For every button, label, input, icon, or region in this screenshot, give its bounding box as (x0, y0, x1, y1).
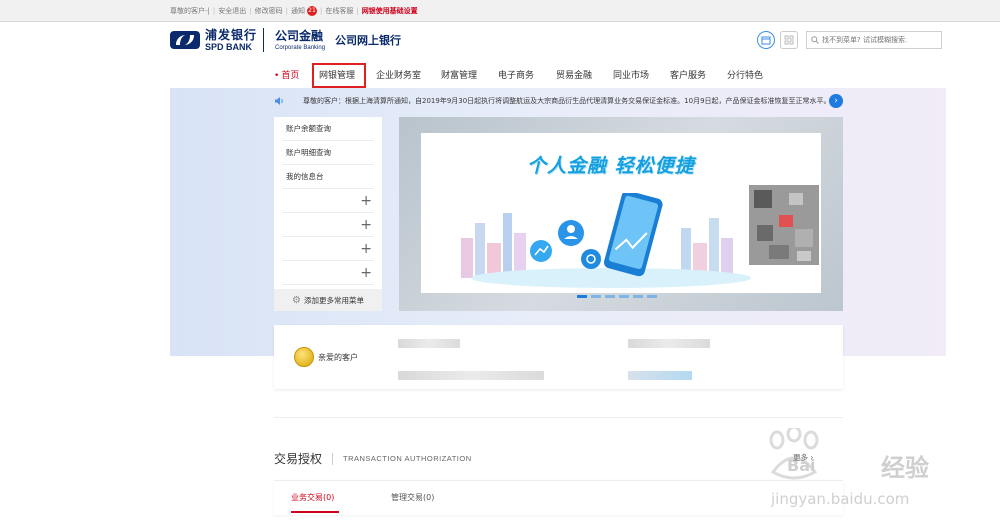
watermark-cn: 经验 (881, 454, 929, 482)
qr-code-icon[interactable] (749, 185, 819, 265)
watermark-brand: Bai (787, 456, 816, 475)
menu-item-details[interactable]: 账户明细查询 (282, 141, 374, 165)
notice-count-badge: 21 (306, 6, 317, 16)
change-password-link[interactable]: 修改密码 (255, 6, 283, 16)
brand-name-en: SPD BANK (205, 41, 253, 52)
setup-link[interactable]: 网银使用基础设置 (362, 6, 418, 16)
promo-banner[interactable]: 个人金融 轻松便捷 (399, 117, 843, 311)
vip-avatar (294, 347, 314, 367)
section-subtitle: TRANSACTION AUTHORIZATION (343, 454, 472, 463)
brand-name-cn: 浦发银行 (205, 27, 258, 42)
nav-interbank-market[interactable]: 同业市场 (613, 68, 649, 81)
nav-customer-service[interactable]: 客户服务 (670, 68, 706, 81)
carousel-dot[interactable] (619, 295, 629, 298)
section-header: 交易授权 TRANSACTION AUTHORIZATION (274, 450, 472, 467)
plus-icon: + (360, 264, 372, 281)
add-menu-slot[interactable]: + (282, 189, 374, 213)
tab-business-transactions[interactable]: 业务交易(0) (291, 492, 334, 503)
carousel-dot[interactable] (605, 295, 615, 298)
transaction-tabs: 业务交易(0) 管理交易(0) (274, 480, 843, 515)
redacted-info (398, 371, 544, 380)
bank-logo[interactable]: 浦发银行 SPD BANK 公司金融 Corporate Banking 公司网… (170, 28, 401, 52)
carousel-dot[interactable] (577, 295, 587, 298)
welcome-card: 亲爱的客户 (274, 325, 843, 389)
carousel-dot[interactable] (633, 295, 643, 298)
logout-link[interactable]: 安全退出 (218, 6, 246, 16)
redacted-info (628, 371, 692, 380)
divider (274, 417, 843, 418)
nav-wealth-management[interactable]: 财富管理 (441, 68, 477, 81)
notice-text[interactable]: 尊敬的客户：根据上海清算所通知，自2019年9月30日起执行将调整航运及大宗商品… (303, 96, 829, 106)
city-phone-illustration (461, 193, 751, 288)
add-menu-slot[interactable]: + (282, 237, 374, 261)
carousel-dot[interactable] (647, 295, 657, 298)
menu-search-box[interactable] (806, 31, 942, 49)
add-more-menu-button[interactable]: ⚙ 添加更多常用菜单 (274, 289, 382, 311)
nav-enterprise-finance[interactable]: 企业财务室 (376, 68, 421, 81)
tab-management-transactions[interactable]: 管理交易(0) (391, 492, 434, 503)
main-nav: • 首页 网银管理 企业财务室 财富管理 电子商务 贸易金融 同业市场 客户服务 … (0, 60, 1000, 88)
greeting-text: 尊敬的客户-| (170, 7, 210, 15)
watermark-url: jingyan.baidu.com (771, 490, 910, 508)
online-bank-title: 公司网上银行 (335, 34, 402, 47)
online-service-link[interactable]: 在线客服 (325, 6, 353, 16)
corp-name-en: Corporate Banking (275, 44, 326, 51)
plus-icon: + (360, 192, 372, 209)
quick-menu: 账户余额查询 账户明细查询 我的信息台 + + + + ⚙ 添加更多常用菜单 (274, 117, 382, 311)
search-icon (811, 36, 819, 44)
speaker-icon (275, 97, 283, 105)
nav-home[interactable]: • 首页 (274, 68, 299, 81)
nav-trade-finance[interactable]: 贸易金融 (556, 68, 592, 81)
calendar-icon[interactable] (757, 31, 775, 49)
plus-icon: + (360, 216, 372, 233)
redacted-info (398, 339, 460, 348)
nav-ebank-management[interactable]: 网银管理 (319, 68, 355, 81)
corp-name-cn: 公司金融 (275, 28, 324, 43)
top-utility-bar: 尊敬的客户-| | 安全退出 | 修改密码 | 通知 21 | 在线客服 | 网… (0, 0, 1000, 22)
notice-bar: 尊敬的客户：根据上海清算所通知，自2019年9月30日起执行将调整航运及大宗商品… (170, 94, 946, 108)
spd-logo-icon (170, 31, 200, 49)
welcome-greeting: 亲爱的客户 (318, 353, 358, 362)
active-tab-indicator (291, 511, 339, 513)
banner-slogan: 个人金融 轻松便捷 (527, 155, 695, 177)
add-more-label: 添加更多常用菜单 (303, 295, 364, 305)
notice-next-button[interactable]: › (829, 94, 843, 108)
search-input[interactable] (822, 36, 937, 44)
menu-item-balance[interactable]: 账户余额查询 (282, 117, 374, 141)
section-title: 交易授权 (274, 452, 323, 466)
plus-icon: + (360, 240, 372, 257)
menu-item-info-desk[interactable]: 我的信息台 (282, 165, 374, 189)
nav-ecommerce[interactable]: 电子商务 (498, 68, 534, 81)
header: 浦发银行 SPD BANK 公司金融 Corporate Banking 公司网… (0, 22, 1000, 60)
grid-icon[interactable] (780, 31, 798, 49)
add-menu-slot[interactable]: + (282, 213, 374, 237)
baidu-jingyan-watermark: Bai 经验 jingyan.baidu.com (763, 420, 963, 520)
gear-icon: ⚙ (292, 294, 301, 306)
add-menu-slot[interactable]: + (282, 261, 374, 285)
carousel-dot[interactable] (591, 295, 601, 298)
redacted-info (628, 339, 710, 348)
banner-card: 个人金融 轻松便捷 (421, 133, 821, 293)
carousel-dots (577, 295, 661, 298)
nav-branch-features[interactable]: 分行特色 (727, 68, 763, 81)
notice-link[interactable]: 通知 (291, 6, 305, 16)
